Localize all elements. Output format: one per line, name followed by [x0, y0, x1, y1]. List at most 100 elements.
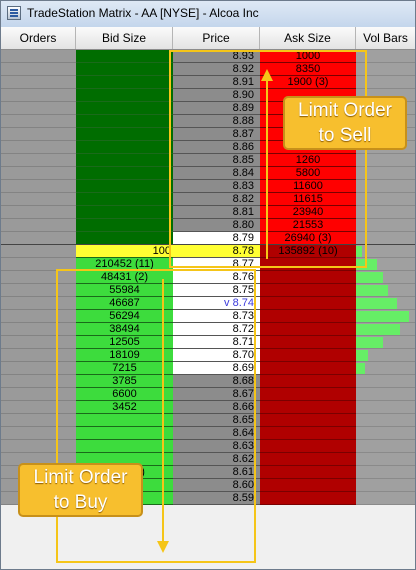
ask-size-cell[interactable]: 8350	[260, 63, 356, 76]
ask-size-cell[interactable]	[260, 258, 356, 271]
ask-size-cell[interactable]: 21553	[260, 219, 356, 232]
price-cell[interactable]: 8.84	[173, 167, 260, 180]
price-cell[interactable]: 8.64	[173, 427, 260, 440]
ladder-row[interactable]: 8.83 11600	[1, 180, 415, 193]
ladder-row[interactable]: 8.84 5800	[1, 167, 415, 180]
price-cell[interactable]: 8.76	[173, 271, 260, 284]
orders-cell[interactable]	[1, 50, 76, 63]
bid-size-cell[interactable]	[76, 167, 173, 180]
ladder-row[interactable]: 12505 8.71	[1, 336, 415, 349]
orders-cell[interactable]	[1, 141, 76, 154]
orders-cell[interactable]	[1, 388, 76, 401]
orders-cell[interactable]	[1, 128, 76, 141]
bid-size-cell[interactable]	[76, 128, 173, 141]
price-cell[interactable]: 8.75	[173, 284, 260, 297]
orders-cell[interactable]	[1, 375, 76, 388]
price-cell[interactable]: 8.81	[173, 206, 260, 219]
orders-cell[interactable]	[1, 336, 76, 349]
ask-size-cell[interactable]: 135892 (10)	[260, 245, 356, 258]
orders-cell[interactable]	[1, 180, 76, 193]
ask-size-cell[interactable]	[260, 349, 356, 362]
price-cell[interactable]: 8.80	[173, 219, 260, 232]
ladder-row[interactable]: 46687 v 8.74	[1, 297, 415, 310]
price-cell[interactable]: 8.83	[173, 180, 260, 193]
ask-size-cell[interactable]	[260, 427, 356, 440]
bid-size-cell[interactable]	[76, 154, 173, 167]
column-header-ask-size[interactable]: Ask Size	[260, 27, 356, 49]
ask-size-cell[interactable]	[260, 310, 356, 323]
bid-size-cell[interactable]: 3452	[76, 401, 173, 414]
ladder-row[interactable]: 8.93 1000	[1, 50, 415, 63]
ladder-row[interactable]: 8.81 23940	[1, 206, 415, 219]
bid-size-cell[interactable]	[76, 427, 173, 440]
price-cell[interactable]: 8.87	[173, 128, 260, 141]
price-cell[interactable]: 8.78	[173, 245, 260, 258]
price-cell[interactable]: 8.70	[173, 349, 260, 362]
ask-size-cell[interactable]: 1900 (3)	[260, 76, 356, 89]
price-cell[interactable]: v 8.74	[173, 297, 260, 310]
orders-cell[interactable]	[1, 271, 76, 284]
orders-cell[interactable]	[1, 76, 76, 89]
column-header-vol-bars[interactable]: Vol Bars	[356, 27, 415, 49]
price-cell[interactable]: 8.66	[173, 401, 260, 414]
ladder-row[interactable]: 8.63	[1, 440, 415, 453]
orders-cell[interactable]	[1, 206, 76, 219]
price-cell[interactable]: 8.71	[173, 336, 260, 349]
ladder-row[interactable]: 8.92 8350	[1, 63, 415, 76]
price-cell[interactable]: 8.73	[173, 310, 260, 323]
ask-size-cell[interactable]	[260, 492, 356, 505]
ask-size-cell[interactable]	[260, 375, 356, 388]
column-header-price[interactable]: Price	[173, 27, 260, 49]
ladder-row[interactable]: 55984 8.75	[1, 284, 415, 297]
ladder-row[interactable]: 48431 (2) 8.76	[1, 271, 415, 284]
ask-size-cell[interactable]	[260, 479, 356, 492]
price-cell[interactable]: 8.60	[173, 479, 260, 492]
ladder-row[interactable]: 3785 8.68	[1, 375, 415, 388]
ask-size-cell[interactable]	[260, 284, 356, 297]
orders-cell[interactable]	[1, 362, 76, 375]
price-cell[interactable]: 8.67	[173, 388, 260, 401]
bid-size-cell[interactable]: 56294	[76, 310, 173, 323]
bid-size-cell[interactable]: 46687	[76, 297, 173, 310]
bid-size-cell[interactable]: 100	[76, 245, 173, 258]
bid-size-cell[interactable]: 6600	[76, 388, 173, 401]
orders-cell[interactable]	[1, 258, 76, 271]
bid-size-cell[interactable]	[76, 193, 173, 206]
bid-size-cell[interactable]	[76, 141, 173, 154]
orders-cell[interactable]	[1, 349, 76, 362]
ladder-row[interactable]: 210452 (11) 8.77	[1, 258, 415, 271]
bid-size-cell[interactable]	[76, 50, 173, 63]
orders-cell[interactable]	[1, 323, 76, 336]
ladder-row[interactable]: 8.82 11615	[1, 193, 415, 206]
price-cell[interactable]: 8.63	[173, 440, 260, 453]
ask-size-cell[interactable]	[260, 336, 356, 349]
ladder-row[interactable]: 56294 8.73	[1, 310, 415, 323]
ladder-row[interactable]: 8.80 21553	[1, 219, 415, 232]
orders-cell[interactable]	[1, 284, 76, 297]
ladder-row[interactable]: 3452 8.66	[1, 401, 415, 414]
bid-size-cell[interactable]: 18109	[76, 349, 173, 362]
price-cell[interactable]: 8.62	[173, 453, 260, 466]
ask-size-cell[interactable]	[260, 414, 356, 427]
ladder-row[interactable]: 8.64	[1, 427, 415, 440]
ask-size-cell[interactable]	[260, 388, 356, 401]
price-cell[interactable]: 8.90	[173, 89, 260, 102]
price-cell[interactable]: 8.77	[173, 258, 260, 271]
bid-size-cell[interactable]: 48431 (2)	[76, 271, 173, 284]
orders-cell[interactable]	[1, 193, 76, 206]
bid-size-cell[interactable]	[76, 89, 173, 102]
price-cell[interactable]: 8.91	[173, 76, 260, 89]
ladder-row[interactable]: 6600 8.67	[1, 388, 415, 401]
orders-cell[interactable]	[1, 401, 76, 414]
title-bar[interactable]: TradeStation Matrix - AA [NYSE] - Alcoa …	[1, 1, 415, 28]
ask-size-cell[interactable]	[260, 271, 356, 284]
ask-size-cell[interactable]	[260, 323, 356, 336]
ask-size-cell[interactable]	[260, 362, 356, 375]
price-cell[interactable]: 8.69	[173, 362, 260, 375]
price-cell[interactable]: 8.89	[173, 102, 260, 115]
bid-size-cell[interactable]: 3785	[76, 375, 173, 388]
ladder-row[interactable]: 7215 8.69	[1, 362, 415, 375]
ask-size-cell[interactable]	[260, 466, 356, 479]
bid-size-cell[interactable]	[76, 440, 173, 453]
price-cell[interactable]: 8.92	[173, 63, 260, 76]
